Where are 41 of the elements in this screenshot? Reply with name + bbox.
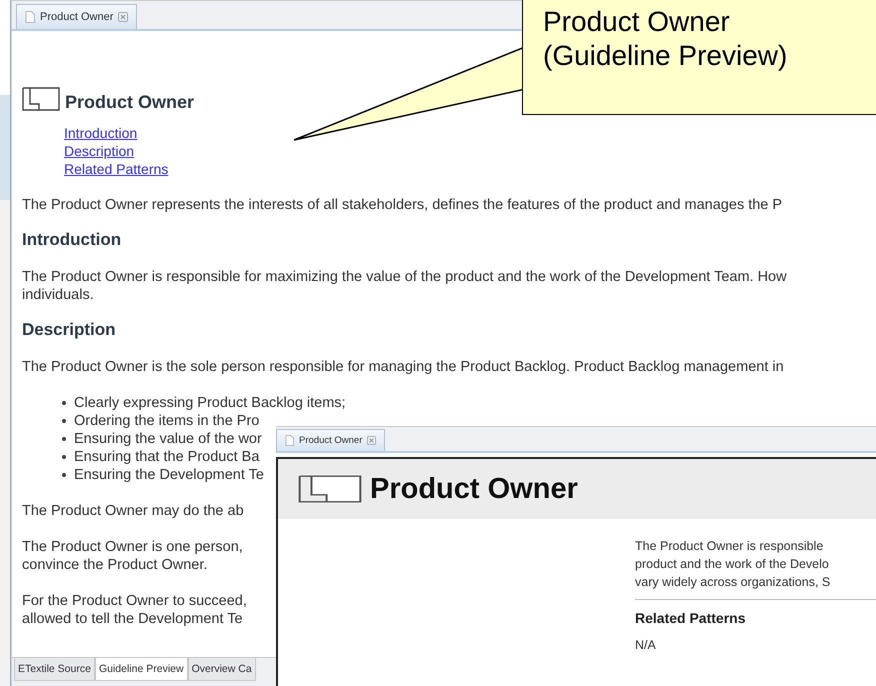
list-item: Clearly expressing Product Backlog items;	[74, 394, 346, 412]
paragraph: The Product Owner is one person, convince the Product Owner.	[22, 538, 243, 574]
section-link[interactable]: Description	[64, 142, 134, 160]
page-title: Product Owner	[65, 93, 194, 111]
role-icon	[22, 87, 60, 111]
bullet-icon	[62, 473, 66, 477]
section-link[interactable]: Related Patterns	[64, 160, 168, 178]
section-heading: Description	[22, 320, 116, 340]
callout-text: Product Owner	[543, 5, 730, 39]
related-value: N/A	[635, 638, 657, 652]
section-heading: Introduction	[22, 230, 122, 250]
paragraph: The Product Owner is the sole person responsible for managing the Product Backlog. Product Backlog management in	[22, 358, 784, 376]
callout-text: (Guideline Preview)	[543, 39, 788, 73]
related-heading: Related Patterns	[635, 610, 746, 626]
tab-title: Product Owner	[40, 11, 114, 23]
close-icon[interactable]	[118, 12, 128, 22]
paragraph: The Product Owner may do the ab	[22, 502, 244, 520]
preview-title: Product Owner	[370, 472, 578, 506]
role-icon	[298, 475, 362, 503]
bullet-icon	[62, 437, 66, 441]
tab-title: Product Owner	[299, 435, 362, 446]
paragraph: The Product Owner represents the interests of all stakeholders, defines the features of the product and manages the P	[22, 196, 782, 214]
bullet-icon	[62, 419, 66, 423]
bullet-icon	[62, 401, 66, 405]
description: The Product Owner is responsible product and the work of the Develo vary widely across organizations, S	[635, 538, 830, 591]
page-tab[interactable]: Overview Ca	[188, 658, 256, 681]
paragraph: For the Product Owner to succeed, allowed to tell the Development Te	[22, 592, 247, 628]
section-link[interactable]: Introduction	[64, 124, 138, 142]
document-icon	[25, 11, 35, 23]
page-tab[interactable]: ETextile Source	[14, 658, 95, 681]
list-item: Ensuring the Development Te	[74, 466, 264, 484]
bullet-icon	[62, 455, 66, 459]
list-item: Ensuring that the Product Ba	[74, 448, 260, 466]
list-item: Ordering the items in the Pro	[74, 412, 260, 430]
page-tab[interactable]: Guideline Preview	[94, 658, 188, 681]
paragraph: The Product Owner is responsible for maximizing the value of the product and the work of the Development Team. How individuals.	[22, 268, 787, 304]
list-item: Ensuring the value of the wor	[74, 430, 262, 448]
document-icon	[285, 435, 294, 446]
preview-tab[interactable]: Product Owner	[276, 429, 386, 451]
editor-tab[interactable]: Product Owner	[16, 4, 138, 29]
close-icon[interactable]	[367, 436, 376, 445]
